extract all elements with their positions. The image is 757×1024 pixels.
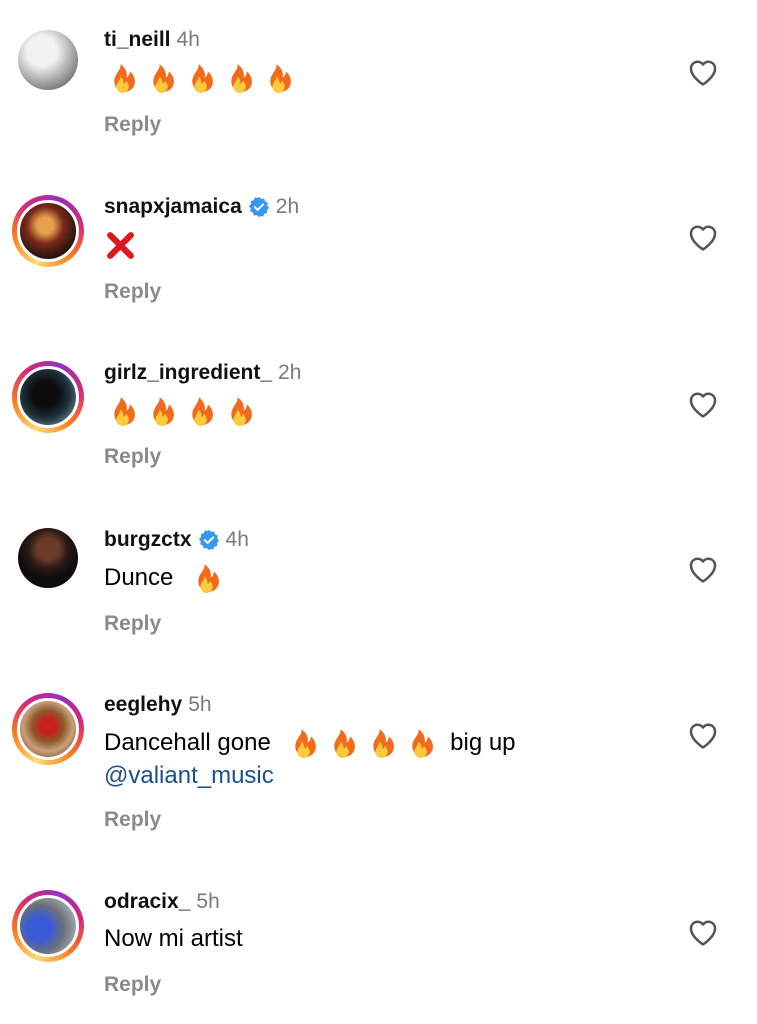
reply-button[interactable]: Reply (104, 973, 161, 997)
fire-emoji (114, 64, 135, 94)
avatar-story-ring[interactable] (12, 195, 84, 267)
comment-text-before: Now mi artist (104, 925, 243, 952)
reply-button[interactable]: Reply (104, 612, 161, 636)
mention-link[interactable]: @valiant_music (104, 762, 274, 789)
username[interactable]: girlz_ingredient_ (104, 361, 272, 385)
fire-emoji-row (104, 395, 254, 428)
comment-text-after: big up (450, 729, 516, 756)
reply-button[interactable]: Reply (104, 808, 161, 832)
reply-button[interactable]: Reply (104, 280, 161, 304)
heart-outline-icon[interactable] (686, 387, 720, 419)
fire-emoji (114, 397, 135, 427)
fire-emoji-row (285, 727, 435, 760)
timestamp: 2h (275, 195, 300, 218)
heart-outline-icon[interactable] (686, 220, 720, 252)
timestamp: 4h (176, 28, 200, 51)
avatar[interactable] (18, 30, 78, 90)
reply-button[interactable]: Reply (104, 445, 161, 469)
heart-outline-icon[interactable] (686, 552, 720, 584)
fire-emoji (153, 397, 174, 427)
heart-outline-icon[interactable] (686, 55, 720, 87)
fire-emoji (373, 729, 395, 759)
fire-emoji (231, 397, 252, 427)
avatar-wrap[interactable] (12, 24, 84, 96)
comment-text: Dancehall gone big up @valiant_music (104, 727, 624, 791)
avatar-wrap[interactable] (12, 522, 84, 594)
username[interactable]: odracix_ (104, 890, 190, 914)
fire-emoji (192, 397, 213, 427)
fire-emoji (334, 729, 356, 759)
cross-mark-emoji (107, 232, 134, 260)
comment-text-before: Dunce (104, 564, 174, 591)
avatar[interactable] (17, 698, 79, 760)
verified-badge-icon (198, 529, 219, 551)
heart-outline-icon[interactable] (686, 718, 720, 750)
avatar-story-ring[interactable] (12, 693, 84, 765)
avatar-story-ring[interactable] (12, 361, 84, 433)
fire-emoji (270, 64, 291, 94)
avatar[interactable] (17, 895, 79, 957)
comment-text: Now mi artist (104, 923, 243, 954)
avatar[interactable] (17, 200, 79, 262)
comment-text (104, 395, 254, 428)
username[interactable]: ti_neill (104, 28, 171, 52)
comment-text: Dunce (104, 562, 221, 595)
fire-emoji (153, 64, 174, 94)
fire-emoji (412, 729, 434, 759)
avatar[interactable] (17, 366, 79, 428)
fire-emoji (231, 64, 252, 94)
comment-text-before: Dancehall gone (104, 729, 271, 756)
fire-emoji (192, 64, 213, 94)
avatar-story-ring[interactable] (12, 890, 84, 962)
timestamp: 5h (188, 693, 212, 716)
timestamp: 2h (278, 361, 302, 384)
comment-text (104, 229, 137, 262)
username[interactable]: snapxjamaica (104, 195, 242, 219)
username[interactable]: burgzctx (104, 528, 192, 552)
timestamp: 5h (196, 890, 220, 913)
heart-outline-icon[interactable] (686, 915, 720, 947)
username[interactable]: eeglehy (104, 693, 182, 717)
reply-button[interactable]: Reply (104, 113, 161, 137)
avatar[interactable] (18, 528, 78, 588)
verified-badge-icon (248, 196, 269, 218)
comment-text (104, 62, 293, 95)
fire-emoji (198, 564, 219, 594)
fire-emoji (295, 729, 317, 759)
timestamp: 4h (225, 528, 249, 551)
fire-emoji-row (104, 62, 293, 95)
